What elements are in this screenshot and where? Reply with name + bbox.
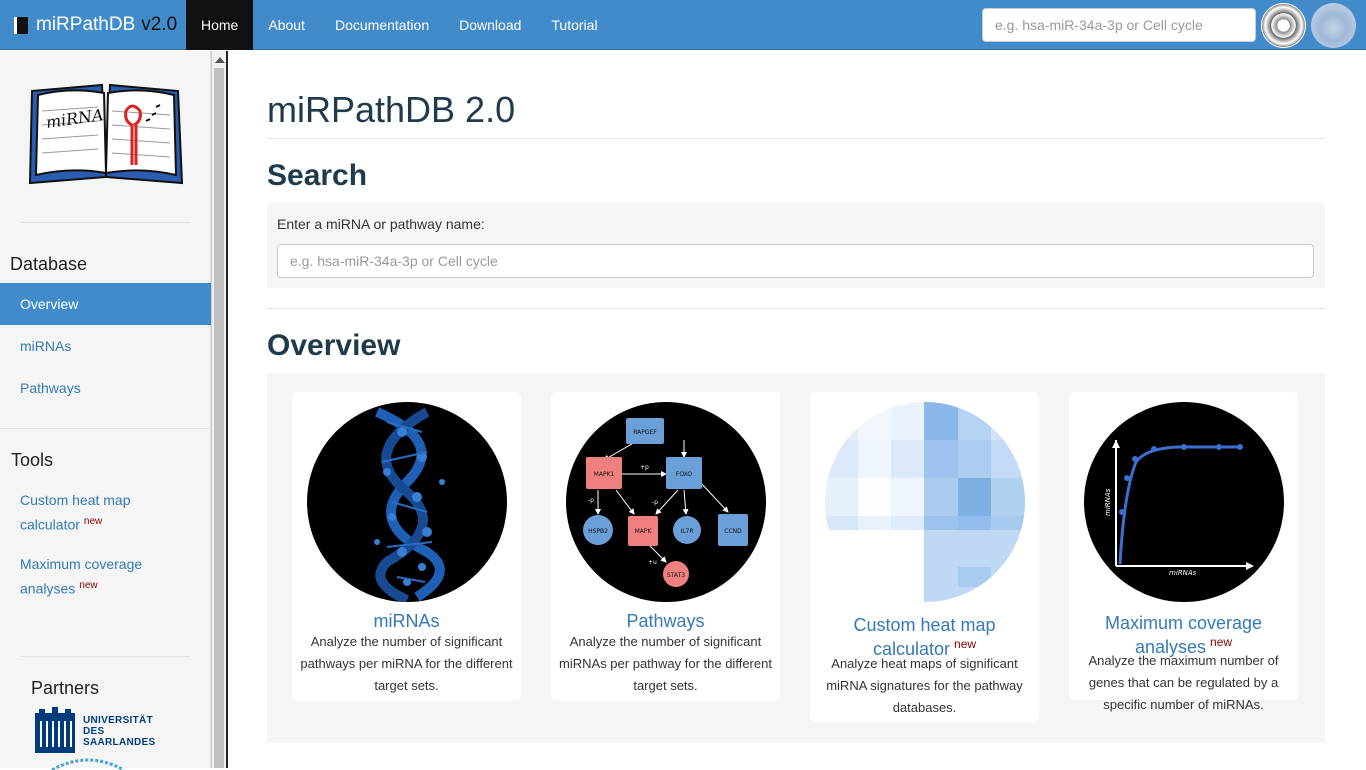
card-description: Analyze the number of significant pathwa… xyxy=(300,634,513,693)
svg-text:RAPGEF: RAPGEF xyxy=(633,429,657,436)
network-diagram: RAPGEF MAPK1 FOXO HSPB2 MAPK IL7R CCND S… xyxy=(583,418,748,587)
svg-text:-p: -p xyxy=(652,499,658,506)
dna-icon xyxy=(374,407,445,602)
svg-text:FOXO: FOXO xyxy=(676,471,693,478)
coverage-curve: miRNAs miRNAs xyxy=(1104,440,1254,577)
card-title[interactable]: Pathways xyxy=(551,612,780,631)
svg-text:MAPK: MAPK xyxy=(635,528,653,535)
book-icon xyxy=(14,16,28,34)
card-description: Analyze the number of significant miRNAs… xyxy=(559,634,772,693)
overview-panel: miRNAs Analyze the number of significant… xyxy=(267,373,1325,743)
sidebar-item-heatmap[interactable]: Custom heat map calculator new xyxy=(20,489,150,536)
main-search-input[interactable] xyxy=(277,244,1314,278)
svg-text:STAT3: STAT3 xyxy=(667,572,685,579)
sidebar-item-pathways[interactable]: Pathways xyxy=(0,367,211,409)
svg-text:-p: -p xyxy=(588,497,594,504)
coverage-plot-image: miRNAs miRNAs xyxy=(1084,402,1284,602)
svg-text:IL7R: IL7R xyxy=(680,528,693,535)
brand-name: miRPathDB xyxy=(36,14,136,35)
new-badge: new xyxy=(79,580,98,591)
sidebar-divider xyxy=(20,656,190,657)
sidebar-divider xyxy=(20,222,190,223)
partner-avatar-1[interactable] xyxy=(1261,3,1306,48)
sidebar-divider xyxy=(0,428,211,429)
divider xyxy=(267,138,1325,139)
nav-documentation[interactable]: Documentation xyxy=(320,0,444,50)
search-heading: Search xyxy=(267,159,368,192)
sidebar-item-mirnas[interactable]: miRNAs xyxy=(0,325,211,367)
university-seal-icon xyxy=(35,707,75,753)
svg-text:CCND: CCND xyxy=(724,528,742,535)
divider xyxy=(267,308,1325,309)
top-navbar: miRPathDB v2.0 Home About Documentation … xyxy=(0,0,1366,50)
dna-helix-image xyxy=(307,402,507,602)
sidebar-item-coverage[interactable]: Maximum coverage analyses new xyxy=(20,553,160,600)
card-description: Analyze the maximum number of genes that… xyxy=(1088,653,1279,712)
new-badge: new xyxy=(1210,635,1233,649)
database-heading: Database xyxy=(10,254,88,274)
nav-tutorial[interactable]: Tutorial xyxy=(536,0,612,50)
card-coverage[interactable]: miRNAs miRNAs Maximum coverage analyses n… xyxy=(1069,392,1298,712)
new-badge: new xyxy=(83,516,103,527)
nav-download[interactable]: Download xyxy=(444,0,536,50)
tools-heading: Tools xyxy=(11,450,54,470)
search-label: Enter a miRNA or pathway name: xyxy=(277,216,485,232)
card-title[interactable]: miRNAs xyxy=(292,612,521,631)
partner-avatar-2[interactable] xyxy=(1311,3,1356,48)
search-panel: Enter a miRNA or pathway name: xyxy=(267,203,1325,288)
brand-version: v2.0 xyxy=(141,14,178,35)
sidebar-tool-label: Custom heat map calculator xyxy=(20,492,131,533)
overview-heading: Overview xyxy=(267,329,401,362)
svg-text:MAPK1: MAPK1 xyxy=(594,471,615,478)
svg-text:+u: +u xyxy=(648,559,657,566)
heatmap-image xyxy=(825,402,1025,602)
scroll-up-icon[interactable] xyxy=(213,53,227,67)
nav-home[interactable]: Home xyxy=(186,0,254,50)
sidebar-scrollbar[interactable] xyxy=(211,51,227,768)
svg-text:HSPB2: HSPB2 xyxy=(588,528,608,535)
scroll-thumb[interactable] xyxy=(214,68,224,768)
card-description: Analyze heat maps of significant miRNA s… xyxy=(826,656,1023,715)
card-heatmap[interactable]: Custom heat map calculator new Analyze he… xyxy=(810,392,1039,722)
card-pathways[interactable]: RAPGEF MAPK1 FOXO HSPB2 MAPK IL7R CCND S… xyxy=(551,392,780,701)
svg-text:+p: +p xyxy=(640,464,649,471)
sidebar: miRNA Database Overview miRNAs Pathways … xyxy=(0,51,211,770)
saarland-university-logo[interactable]: UNIVERSITÄT DES SAARLANDES xyxy=(33,707,155,755)
pathway-network-image: RAPGEF MAPK1 FOXO HSPB2 MAPK IL7R CCND S… xyxy=(566,402,766,602)
card-mirnas[interactable]: miRNAs Analyze the number of significant… xyxy=(292,392,521,701)
mirpathdb-logo: miRNA xyxy=(28,83,184,185)
heatmap-graphic xyxy=(825,402,1025,602)
university-name: UNIVERSITÄT DES SAARLANDES xyxy=(83,714,156,748)
sidebar-item-overview[interactable]: Overview xyxy=(0,283,211,325)
svg-text:miRNAs: miRNAs xyxy=(1104,488,1112,516)
page-title: miRPathDB 2.0 xyxy=(267,89,516,130)
partners-heading: Partners xyxy=(31,678,100,698)
brand-link[interactable]: miRPathDB v2.0 xyxy=(14,0,177,50)
main-nav: Home About Documentation Download Tutori… xyxy=(186,0,613,50)
main-content: miRPathDB 2.0 Search Enter a miRNA or pa… xyxy=(228,51,1366,768)
svg-text:miRNAs: miRNAs xyxy=(1169,569,1197,577)
nav-about[interactable]: About xyxy=(253,0,320,50)
new-badge: new xyxy=(954,637,977,651)
navbar-search-input[interactable] xyxy=(982,8,1256,42)
